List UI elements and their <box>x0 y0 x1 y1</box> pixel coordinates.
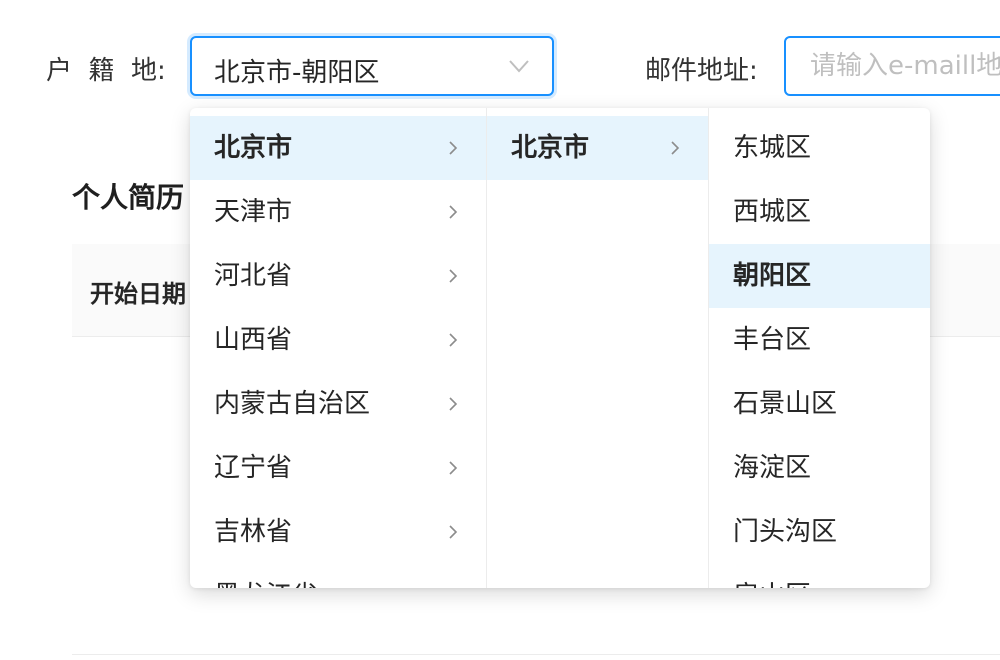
chevron-right-icon <box>449 525 458 539</box>
district-option[interactable]: 门头沟区 <box>709 500 930 564</box>
chevron-right-icon <box>449 333 458 347</box>
province-option-label: 河北省 <box>214 261 293 291</box>
province-option[interactable]: 河北省 <box>190 244 486 308</box>
district-option-label: 东城区 <box>733 133 812 163</box>
huji-label: 户 籍 地: <box>46 56 166 86</box>
column-header-start-date: 开始日期 <box>90 280 186 308</box>
chevron-right-icon <box>449 269 458 283</box>
district-option-label: 朝阳区 <box>733 261 812 291</box>
district-option-label: 丰台区 <box>733 325 812 355</box>
province-option-label: 辽宁省 <box>214 453 293 483</box>
district-option-label: 海淀区 <box>733 453 812 483</box>
huji-cascader-select[interactable]: 北京市-朝阳区 <box>190 36 554 96</box>
table-divider <box>72 654 1000 655</box>
province-option[interactable]: 黑龙江省 <box>190 564 486 588</box>
district-option[interactable]: 房山区 <box>709 564 930 588</box>
city-column: 北京市 <box>487 108 709 588</box>
city-option-label: 北京市 <box>511 133 590 163</box>
district-option-label: 石景山区 <box>733 389 838 419</box>
district-option[interactable]: 丰台区 <box>709 308 930 372</box>
province-option-label: 北京市 <box>214 133 293 163</box>
district-option[interactable]: 西城区 <box>709 180 930 244</box>
province-option[interactable]: 天津市 <box>190 180 486 244</box>
chevron-right-icon <box>449 205 458 219</box>
chevron-down-icon <box>509 60 529 73</box>
district-option-label: 房山区 <box>733 581 811 588</box>
chevron-right-icon <box>449 141 458 155</box>
district-option-label: 西城区 <box>733 197 812 227</box>
district-column: 东城区西城区朝阳区丰台区石景山区海淀区门头沟区房山区 <box>709 108 930 588</box>
province-option[interactable]: 内蒙古自治区 <box>190 372 486 436</box>
province-option[interactable]: 北京市 <box>190 116 486 180</box>
province-column: 北京市天津市河北省山西省内蒙古自治区辽宁省吉林省黑龙江省 <box>190 108 487 588</box>
email-field-wrapper <box>784 36 1000 96</box>
province-option[interactable]: 山西省 <box>190 308 486 372</box>
province-option[interactable]: 吉林省 <box>190 500 486 564</box>
district-option[interactable]: 海淀区 <box>709 436 930 500</box>
chevron-right-icon <box>671 141 680 155</box>
province-option[interactable]: 辽宁省 <box>190 436 486 500</box>
chevron-right-icon <box>449 397 458 411</box>
district-option[interactable]: 石景山区 <box>709 372 930 436</box>
email-field[interactable] <box>786 38 1000 94</box>
section-title: 个人简历 <box>72 181 185 214</box>
chevron-right-icon <box>449 461 458 475</box>
email-label: 邮件地址: <box>645 56 758 86</box>
province-option-label: 黑龙江省 <box>214 581 318 588</box>
province-option-label: 内蒙古自治区 <box>214 389 371 419</box>
province-option-label: 山西省 <box>214 325 293 355</box>
province-option-label: 天津市 <box>214 197 293 227</box>
province-option-label: 吉林省 <box>214 517 293 547</box>
cascader-dropdown: 北京市天津市河北省山西省内蒙古自治区辽宁省吉林省黑龙江省 北京市 东城区西城区朝… <box>190 108 930 588</box>
district-option[interactable]: 朝阳区 <box>709 244 930 308</box>
huji-selected-value: 北京市-朝阳区 <box>214 58 380 88</box>
city-option[interactable]: 北京市 <box>487 116 708 180</box>
district-option[interactable]: 东城区 <box>709 116 930 180</box>
district-option-label: 门头沟区 <box>733 517 838 547</box>
